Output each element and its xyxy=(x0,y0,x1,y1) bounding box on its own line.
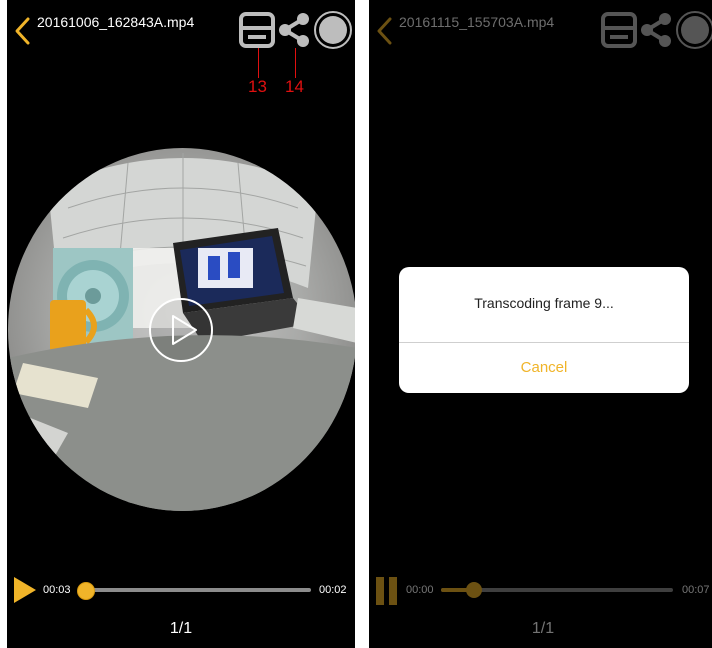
cancel-button[interactable]: Cancel xyxy=(399,343,689,393)
dialog-message: Transcoding frame 9... xyxy=(474,295,614,311)
seek-thumb[interactable] xyxy=(77,582,95,600)
playback-controls: 00:00 00:07 xyxy=(369,572,712,608)
page-indicator: 1/1 xyxy=(169,620,193,637)
page-indicator: 1/1 xyxy=(531,620,555,637)
total-time: 00:07 xyxy=(682,584,710,596)
play-button[interactable] xyxy=(13,576,37,604)
transcoding-screen: 20161115_155703A.mp4 Transcoding frame 9… xyxy=(369,0,712,648)
transcoding-dialog: Transcoding frame 9... Cancel xyxy=(399,267,689,393)
callout-label-13: 13 xyxy=(248,77,267,96)
play-overlay-icon[interactable] xyxy=(148,297,214,363)
share-icon[interactable] xyxy=(639,12,673,48)
share-icon[interactable] xyxy=(277,12,311,48)
record-icon[interactable] xyxy=(675,10,712,50)
elapsed-time: 00:03 xyxy=(43,584,71,596)
save-icon[interactable] xyxy=(601,12,637,48)
elapsed-time: 00:00 xyxy=(406,584,434,596)
callout-line-14 xyxy=(295,48,296,78)
seek-bar[interactable] xyxy=(85,588,311,592)
playback-controls: 00:03 00:02 xyxy=(7,572,355,608)
total-time: 00:02 xyxy=(319,584,347,596)
callout-line-13 xyxy=(258,48,259,78)
video-player-screen: 20161006_162843A.mp4 13 14 00:03 00:02 1… xyxy=(7,0,355,648)
back-chevron-icon[interactable] xyxy=(375,16,395,46)
back-chevron-icon[interactable] xyxy=(13,16,33,46)
video-filename: 20161006_162843A.mp4 xyxy=(37,14,195,30)
video-filename: 20161115_155703A.mp4 xyxy=(399,14,555,30)
callout-label-14: 14 xyxy=(285,77,304,96)
save-icon[interactable] xyxy=(239,12,275,48)
record-icon[interactable] xyxy=(313,10,353,50)
seek-thumb[interactable] xyxy=(466,582,482,598)
pause-icon[interactable] xyxy=(375,575,399,605)
